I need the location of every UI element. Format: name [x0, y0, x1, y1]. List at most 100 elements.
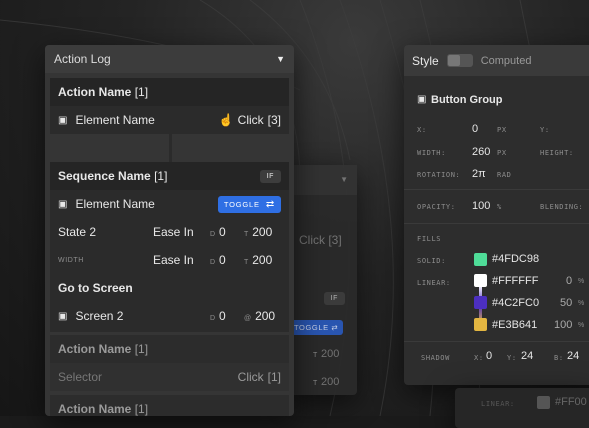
image-icon: ▣ [417, 94, 427, 105]
connector-line [169, 134, 172, 162]
trigger-count: [1] [267, 370, 281, 384]
blending-label: BLENDING: [540, 203, 584, 211]
delay-value[interactable]: D 0 [210, 309, 226, 323]
image-icon: ▣ [58, 114, 68, 126]
linear-label: LINEAR: [417, 279, 451, 287]
linear-stop-hex[interactable]: #FFFFFF [492, 275, 538, 287]
action-card: Action Name [1] [50, 395, 289, 416]
solid-swatch[interactable] [474, 253, 487, 266]
divider [404, 223, 589, 224]
sequence-index: [1] [154, 169, 168, 183]
background-action-panel: ▼ Click [3] IF TOGGLE ⇄ T 200 T 200 [289, 165, 357, 395]
solid-hex[interactable]: #4FDC98 [492, 253, 539, 265]
x-unit: PX [497, 126, 507, 134]
shadow-x-label: X: [474, 354, 484, 362]
chevron-down-icon[interactable]: ▼ [276, 54, 285, 64]
animation-row[interactable]: WIDTH Ease In D 0 T 200 [50, 246, 289, 274]
divider [404, 341, 589, 342]
element-name: Element Name [75, 197, 155, 211]
linear-stop-swatch [537, 396, 550, 409]
linear-stop-pct[interactable]: 100 [554, 319, 572, 331]
action-log-header[interactable]: Action Log ▼ [45, 45, 294, 73]
action-card: Action Name [1] ▣ Element Name ☝ Click [… [50, 78, 289, 134]
goto-screen-title: Go to Screen [58, 281, 133, 295]
linear-stop-swatch[interactable] [474, 274, 487, 287]
animation-row[interactable]: State 2 Ease In D 0 T 200 [50, 218, 289, 246]
linear-stop-pct[interactable]: 50 [560, 297, 572, 309]
if-badge[interactable]: IF [259, 169, 281, 183]
action-name: Action Name [58, 402, 132, 416]
toggle-button[interactable]: TOGGLE ⇄ [217, 195, 281, 213]
width-value[interactable]: 260 [472, 146, 490, 158]
shadow-blur-label: B: [554, 354, 564, 362]
property-label: WIDTH [58, 256, 84, 264]
x-label: X: [417, 126, 427, 134]
ghost-toggle: TOGGLE ⇄ [289, 320, 344, 335]
rotation-unit: RAD [497, 171, 512, 179]
shadow-label: SHADOW [421, 354, 450, 362]
opacity-label: OPACITY: [417, 203, 456, 211]
sequence-header[interactable]: Sequence Name [1] IF [50, 162, 289, 190]
action-card-header[interactable]: Action Name [1] [50, 78, 289, 106]
action-card-header[interactable]: Action Name [1] [50, 335, 289, 363]
pct-unit: % [578, 278, 585, 285]
element-row[interactable]: ▣ Element Name ☝ Click [3] [50, 106, 289, 134]
background-style-panel: LINEAR: #FF00 [455, 388, 589, 428]
goto-screen-row[interactable]: ▣ Screen 2 D 0 @ 200 [50, 302, 289, 330]
linear-label: LINEAR: [481, 400, 515, 408]
time-value[interactable]: T 200 [244, 253, 272, 267]
linear-stop-hex[interactable]: #E3B641 [492, 319, 537, 331]
easing-label[interactable]: Ease In [153, 225, 194, 239]
action-log-title: Action Log [54, 52, 111, 66]
swap-icon: ⇄ [265, 198, 275, 210]
fills-label: FILLS [417, 235, 442, 243]
image-icon: ▣ [58, 310, 68, 322]
trigger-count: [3] [267, 113, 281, 127]
linear-stop-swatch[interactable] [474, 296, 487, 309]
linear-stop-hex[interactable]: #4C2FC0 [492, 297, 539, 309]
element-row[interactable]: ▣ Element Name TOGGLE ⇄ [50, 190, 289, 218]
state-label: State 2 [58, 225, 97, 239]
section-title: Button Group [431, 94, 503, 106]
x-value[interactable]: 0 [472, 123, 478, 135]
action-index: [1] [134, 85, 149, 99]
element-name: Element Name [75, 113, 155, 127]
ghost-if-badge: IF [323, 292, 345, 305]
pct-unit: % [578, 300, 585, 307]
solid-label: SOLID: [417, 257, 446, 265]
shadow-y-value[interactable]: 24 [521, 350, 533, 362]
ghost-t1: T 200 [313, 348, 340, 360]
selector-label: Selector [58, 370, 103, 384]
easing-label[interactable]: Ease In [153, 253, 194, 267]
selector-row[interactable]: Selector Click [1] [50, 363, 289, 391]
opacity-value[interactable]: 100 [472, 200, 490, 212]
computed-toggle[interactable] [446, 54, 473, 67]
linear-stop-hex: #FF00 [555, 396, 587, 408]
width-label: WIDTH: [417, 149, 446, 157]
action-card-header[interactable]: Action Name [1] [50, 395, 289, 416]
trigger-label: Click [237, 113, 264, 127]
opacity-unit: % [497, 203, 502, 211]
height-label: HEIGHT: [540, 149, 574, 157]
pointer-click-icon: ☝ [218, 113, 234, 127]
time-value[interactable]: T 200 [244, 225, 272, 239]
shadow-x-value[interactable]: 0 [486, 350, 492, 362]
width-unit: PX [497, 149, 507, 157]
action-index: [1] [134, 402, 149, 416]
image-icon: ▣ [58, 198, 68, 210]
rotation-value[interactable]: 2π [472, 168, 486, 180]
shadow-blur-value[interactable]: 24 [567, 350, 579, 362]
at-value[interactable]: @ 200 [244, 309, 275, 323]
ghost-header: ▼ [289, 165, 357, 195]
action-name: Action Name [58, 342, 132, 356]
delay-value[interactable]: D 0 [210, 253, 226, 267]
pct-unit: % [578, 322, 585, 329]
delay-value[interactable]: D 0 [210, 225, 226, 239]
action-index: [1] [134, 342, 149, 356]
linear-stop-pct[interactable]: 0 [566, 275, 572, 287]
screen-name: Screen 2 [75, 309, 124, 323]
toggle-label: TOGGLE [223, 199, 260, 209]
style-header: Style Computed [404, 45, 589, 76]
linear-stop-swatch[interactable] [474, 318, 487, 331]
computed-label: Computed [480, 54, 532, 67]
